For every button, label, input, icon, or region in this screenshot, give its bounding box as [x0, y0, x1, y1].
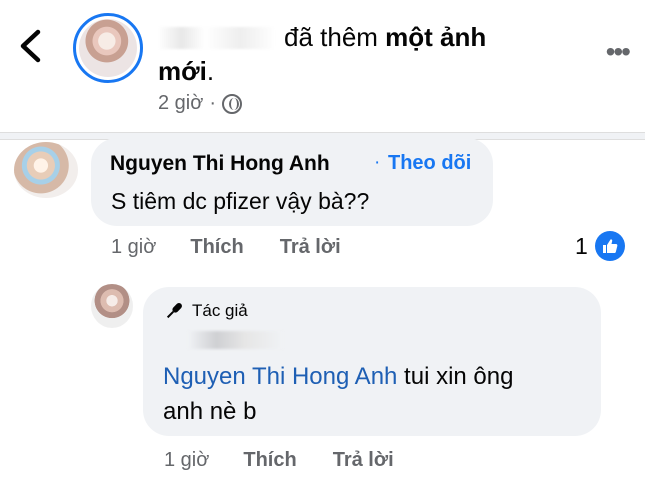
author-badge-label: Tác giả: [192, 301, 248, 320]
like-icon: [594, 231, 625, 261]
comment-actions: 1 giờ Thích Trả lời: [111, 236, 377, 259]
post-header: đã thêm một ảnh mới. 2 giờ · •••: [0, 0, 645, 132]
commenter-avatar[interactable]: [14, 142, 78, 198]
microphone-icon: [166, 303, 182, 319]
reply-text: Nguyen Thi Hong Anh tui xin ông anh nè b: [163, 359, 583, 429]
like-button[interactable]: Thích: [190, 236, 243, 259]
reply-author-avatar[interactable]: [91, 284, 133, 328]
comment-bubble: Nguyen Thi Hong Anh · Theo dõi S tiêm dc…: [91, 138, 493, 226]
more-options-button[interactable]: •••: [605, 36, 631, 68]
poster-avatar-photo: [79, 19, 137, 77]
mention-link[interactable]: Nguyen Thi Hong Anh: [163, 363, 397, 390]
reply-author-avatar-photo: [91, 284, 133, 328]
post-action-bold-line2: mới: [158, 56, 207, 86]
comment-time[interactable]: 1 giờ: [111, 236, 156, 259]
post-title-period: .: [206, 56, 215, 86]
post-title: đã thêm một ảnh mới.: [158, 20, 558, 88]
comment-text: S tiêm dc pfizer vậy bà??: [111, 188, 370, 214]
post-time[interactable]: 2 giờ: [158, 92, 203, 115]
more-dots-icon: •••: [605, 36, 631, 67]
post-action-text: đã thêm: [284, 22, 386, 52]
follow-separator: ·: [374, 152, 381, 173]
meta-separator: ·: [209, 92, 217, 114]
commenter-avatar-photo: [14, 142, 78, 198]
reply-reply-button[interactable]: Trả lời: [333, 449, 394, 472]
reply-bubble: Tác giả Nguyen Thi Hong Anh tui xin ông …: [143, 287, 601, 436]
reply-text-line1: tui xin ông: [397, 363, 514, 390]
reaction-summary[interactable]: 1: [575, 231, 625, 261]
comment-author-name[interactable]: Nguyen Thi Hong Anh: [110, 152, 330, 176]
back-button[interactable]: [14, 26, 46, 66]
follow-button[interactable]: Theo dõi: [388, 152, 471, 175]
reply-button[interactable]: Trả lời: [280, 236, 341, 259]
post-action-bold: một ảnh: [385, 22, 487, 52]
chevron-left-icon: [20, 29, 41, 63]
post-meta: 2 giờ ·: [158, 92, 243, 115]
reply-text-line2: anh nè b: [163, 398, 257, 425]
reply-time[interactable]: 1 giờ: [164, 449, 209, 472]
redacted-poster-name: [158, 27, 276, 49]
reply-actions: 1 giờ Thích Trả lời: [164, 449, 430, 472]
poster-avatar[interactable]: [73, 13, 143, 83]
redacted-reply-author: [188, 331, 283, 349]
author-badge: Tác giả: [163, 300, 248, 322]
reaction-count: 1: [575, 232, 588, 259]
globe-icon: [222, 93, 243, 114]
reply-like-button[interactable]: Thích: [243, 449, 296, 472]
